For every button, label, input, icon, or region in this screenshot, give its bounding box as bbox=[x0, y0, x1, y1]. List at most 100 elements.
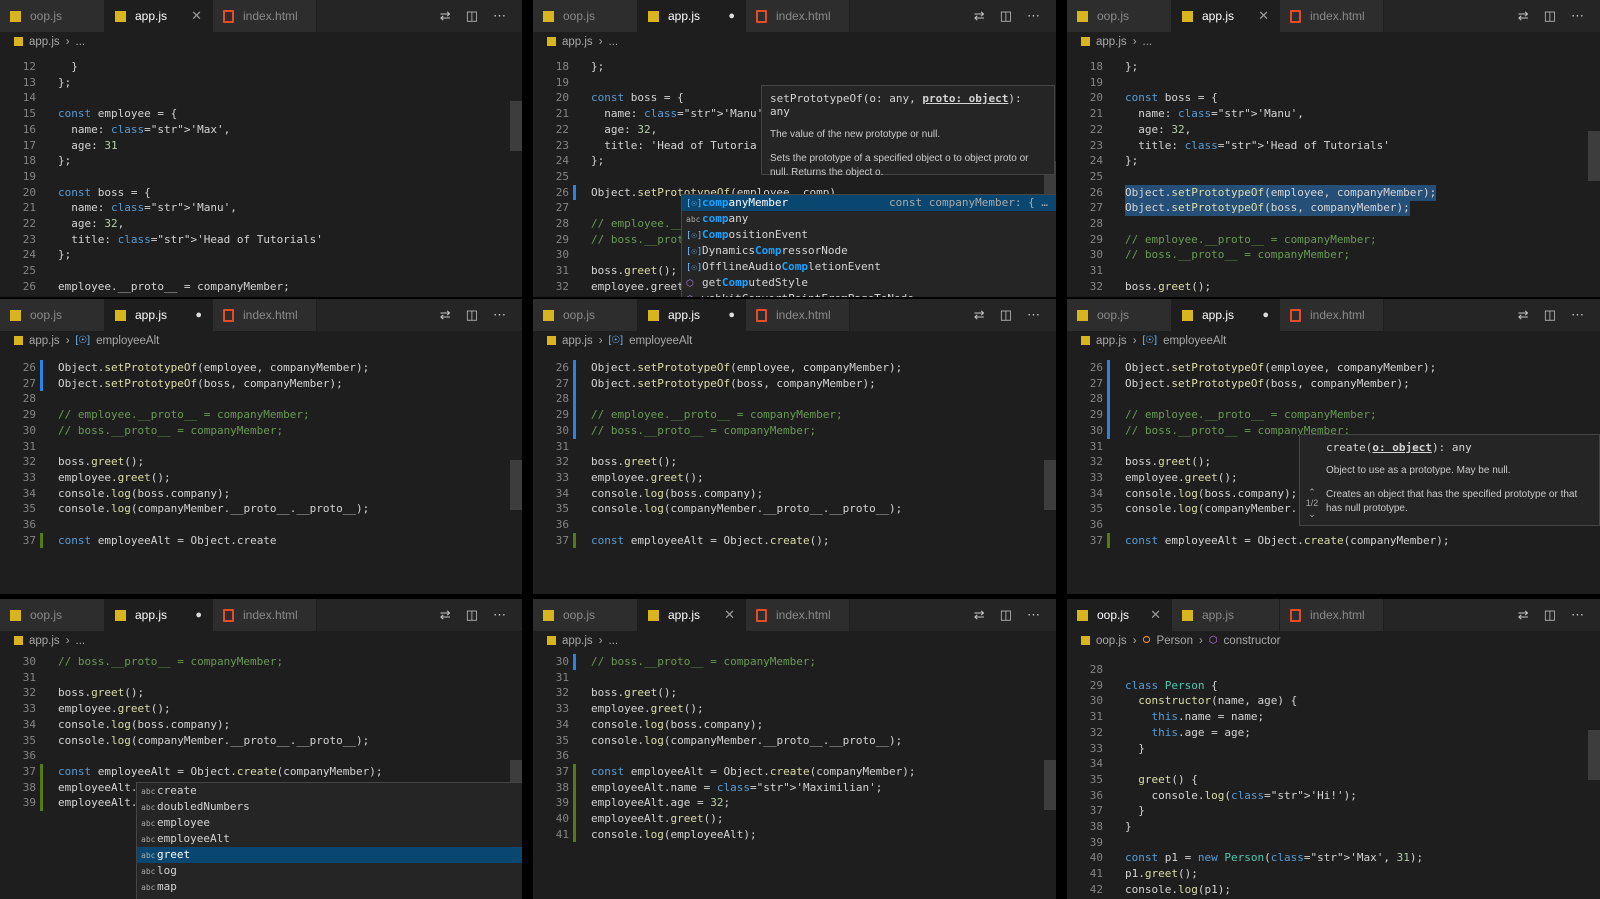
split-editor-icon[interactable]: ◫ bbox=[1000, 8, 1012, 24]
compare-changes-icon[interactable]: ⇄ bbox=[974, 8, 985, 24]
tab-oop[interactable]: oop.js bbox=[0, 599, 105, 631]
suggest-item[interactable]: abc log bbox=[137, 863, 522, 879]
compare-changes-icon[interactable]: ⇄ bbox=[440, 307, 451, 323]
tab-html[interactable]: index.html bbox=[1280, 299, 1384, 331]
compare-changes-icon[interactable]: ⇄ bbox=[1518, 607, 1529, 623]
tab-html[interactable]: index.html bbox=[1280, 0, 1384, 32]
tab-html[interactable]: index.html bbox=[746, 0, 850, 32]
suggest-item[interactable]: [☉]DynamicsCompressorNode bbox=[682, 243, 1056, 259]
compare-changes-icon[interactable]: ⇄ bbox=[974, 307, 985, 323]
unsaved-dot-icon[interactable]: ● bbox=[195, 309, 202, 321]
compare-changes-icon[interactable]: ⇄ bbox=[1518, 307, 1529, 323]
suggest-item[interactable]: abc greet bbox=[137, 847, 522, 863]
more-actions-icon[interactable]: ⋯ bbox=[493, 307, 506, 323]
more-actions-icon[interactable]: ⋯ bbox=[493, 607, 506, 623]
chevron-up-icon[interactable]: ⌃ bbox=[1308, 487, 1316, 497]
suggest-item[interactable]: abc company bbox=[682, 211, 1056, 227]
suggest-item[interactable]: abc map bbox=[137, 879, 522, 895]
compare-changes-icon[interactable]: ⇄ bbox=[974, 607, 985, 623]
scrollbar-thumb[interactable] bbox=[510, 101, 522, 151]
split-editor-icon[interactable]: ◫ bbox=[1544, 8, 1556, 24]
unsaved-dot-icon[interactable]: ● bbox=[195, 609, 202, 621]
split-editor-icon[interactable]: ◫ bbox=[466, 307, 478, 323]
unsaved-dot-icon[interactable]: ● bbox=[728, 10, 735, 22]
breadcrumb-file[interactable]: app.js bbox=[562, 36, 593, 48]
tab-html[interactable]: index.html bbox=[213, 299, 317, 331]
more-actions-icon[interactable]: ⋯ bbox=[1027, 607, 1040, 623]
split-editor-icon[interactable]: ◫ bbox=[1544, 607, 1556, 623]
breadcrumb-method[interactable]: constructor bbox=[1224, 635, 1281, 647]
tab-app[interactable]: app.js ● bbox=[638, 299, 746, 331]
breadcrumb-file[interactable]: app.js bbox=[1096, 335, 1127, 347]
breadcrumb-ellipsis[interactable]: ... bbox=[76, 635, 86, 647]
tab-app[interactable]: app.js ✕ bbox=[1172, 0, 1280, 32]
breadcrumb-ellipsis[interactable]: ... bbox=[76, 36, 86, 48]
more-actions-icon[interactable]: ⋯ bbox=[1571, 307, 1584, 323]
suggest-item[interactable]: [☉]OfflineAudioCompletionEvent bbox=[682, 259, 1056, 275]
tab-app[interactable]: app.js bbox=[1172, 599, 1280, 631]
scrollbar-thumb[interactable] bbox=[510, 460, 522, 510]
scrollbar-thumb[interactable] bbox=[1044, 460, 1056, 510]
code-editor[interactable]: 26 Object.setPrototypeOf(employee, compan… bbox=[0, 350, 522, 594]
suggest-item[interactable]: abc doubledNumbers bbox=[137, 799, 522, 815]
tab-app[interactable]: app.js ● bbox=[638, 0, 746, 32]
breadcrumb-class[interactable]: Person bbox=[1157, 635, 1193, 647]
breadcrumb-file[interactable]: app.js bbox=[29, 335, 60, 347]
tab-oop[interactable]: oop.js bbox=[0, 299, 105, 331]
unsaved-dot-icon[interactable]: ● bbox=[1262, 309, 1269, 321]
tab-html[interactable]: index.html bbox=[213, 599, 317, 631]
split-editor-icon[interactable]: ◫ bbox=[466, 607, 478, 623]
split-editor-icon[interactable]: ◫ bbox=[1000, 607, 1012, 623]
overload-switcher[interactable]: ⌃ 1/2 ⌄ bbox=[1304, 487, 1320, 520]
tab-oop[interactable]: oop.js bbox=[533, 0, 638, 32]
split-editor-icon[interactable]: ◫ bbox=[1000, 307, 1012, 323]
code-editor[interactable]: 30// boss.__proto__ = companyMember; 31 32… bbox=[533, 650, 1056, 899]
compare-changes-icon[interactable]: ⇄ bbox=[440, 8, 451, 24]
tab-oop[interactable]: oop.js bbox=[0, 0, 105, 32]
breadcrumb-file[interactable]: app.js bbox=[562, 635, 593, 647]
split-editor-icon[interactable]: ◫ bbox=[466, 8, 478, 24]
tab-oop[interactable]: oop.js ✕ bbox=[1067, 599, 1172, 631]
tab-oop[interactable]: oop.js bbox=[1067, 299, 1172, 331]
scrollbar-thumb[interactable] bbox=[1044, 760, 1056, 810]
breadcrumb-ellipsis[interactable]: ... bbox=[609, 36, 619, 48]
more-actions-icon[interactable]: ⋯ bbox=[1027, 8, 1040, 24]
compare-changes-icon[interactable]: ⇄ bbox=[1518, 8, 1529, 24]
breadcrumb-symbol[interactable]: employeeAlt bbox=[629, 335, 692, 347]
more-actions-icon[interactable]: ⋯ bbox=[1571, 607, 1584, 623]
code-editor[interactable]: 18}; 19 20 const boss = {21 name: class="st… bbox=[1067, 51, 1600, 297]
suggest-item[interactable]: ⬡ getComputedStyle bbox=[682, 275, 1056, 291]
breadcrumb-file[interactable]: app.js bbox=[562, 335, 593, 347]
suggest-item[interactable]: abc employeeAlt bbox=[137, 831, 522, 847]
breadcrumb-file[interactable]: app.js bbox=[1096, 36, 1127, 48]
tab-app[interactable]: app.js ● bbox=[105, 599, 213, 631]
close-icon[interactable]: ✕ bbox=[191, 8, 202, 24]
suggest-item[interactable]: abc employee bbox=[137, 815, 522, 831]
suggest-item[interactable]: abc create bbox=[137, 783, 522, 799]
tab-app[interactable]: app.js ✕ bbox=[105, 0, 213, 32]
breadcrumb-file[interactable]: app.js bbox=[29, 635, 60, 647]
breadcrumb-symbol[interactable]: employeeAlt bbox=[96, 335, 159, 347]
code-editor[interactable]: 28 29 class Person {30 constructor(name, a… bbox=[1067, 650, 1600, 899]
tab-html[interactable]: index.html bbox=[746, 599, 850, 631]
unsaved-dot-icon[interactable]: ● bbox=[728, 309, 735, 321]
breadcrumb-ellipsis[interactable]: ... bbox=[1143, 36, 1153, 48]
breadcrumb-ellipsis[interactable]: ... bbox=[609, 635, 619, 647]
tab-app[interactable]: app.js ● bbox=[105, 299, 213, 331]
tab-html[interactable]: index.html bbox=[213, 0, 317, 32]
tab-oop[interactable]: oop.js bbox=[533, 299, 638, 331]
more-actions-icon[interactable]: ⋯ bbox=[1027, 307, 1040, 323]
suggest-item[interactable]: [☉]CompositionEvent bbox=[682, 227, 1056, 243]
more-actions-icon[interactable]: ⋯ bbox=[493, 8, 506, 24]
scrollbar-thumb[interactable] bbox=[1588, 131, 1600, 181]
breadcrumb-symbol[interactable]: employeeAlt bbox=[1163, 335, 1226, 347]
tab-app[interactable]: app.js ● bbox=[1172, 299, 1280, 331]
code-editor[interactable]: 12 } 13}; 14 15 const employee = {16 name: c… bbox=[0, 51, 522, 297]
tab-html[interactable]: index.html bbox=[746, 299, 850, 331]
close-icon[interactable]: ✕ bbox=[724, 607, 735, 623]
tab-oop[interactable]: oop.js bbox=[533, 599, 638, 631]
tab-oop[interactable]: oop.js bbox=[1067, 0, 1172, 32]
breadcrumb-file[interactable]: oop.js bbox=[1096, 635, 1127, 647]
tab-html[interactable]: index.html bbox=[1280, 599, 1384, 631]
scrollbar-thumb[interactable] bbox=[1588, 730, 1600, 780]
